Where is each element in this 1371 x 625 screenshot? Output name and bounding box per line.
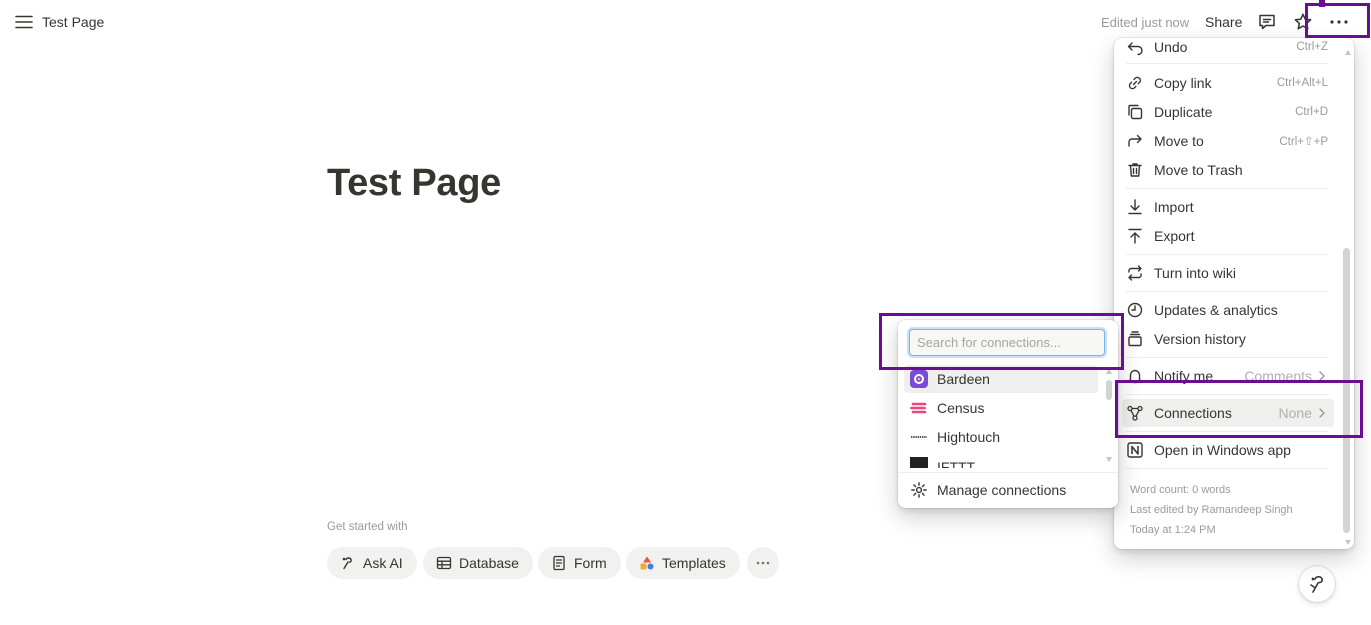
templates-icon xyxy=(639,555,655,571)
edited-status: Edited just now xyxy=(1101,15,1190,30)
menu-item-duplicate[interactable]: Duplicate Ctrl+D xyxy=(1122,98,1334,126)
hightouch-logo-icon xyxy=(910,428,928,446)
menu-item-updates-analytics[interactable]: Updates & analytics xyxy=(1122,296,1334,324)
ai-assistant-button[interactable] xyxy=(1299,566,1335,602)
connection-item-hightouch[interactable]: Hightouch xyxy=(904,423,1098,451)
templates-chip[interactable]: Templates xyxy=(626,547,740,579)
ai-face-icon xyxy=(1306,573,1328,595)
menu-scrollbar-thumb[interactable] xyxy=(1343,248,1350,533)
favorite-star-icon[interactable] xyxy=(1293,12,1313,32)
get-started-label: Get started with xyxy=(327,521,408,533)
comment-icon[interactable] xyxy=(1257,12,1277,32)
menu-divider xyxy=(1126,291,1328,292)
form-icon xyxy=(551,555,567,571)
bell-icon xyxy=(1126,367,1144,385)
ifttt-logo-icon xyxy=(910,457,928,468)
word-count: Word count: 0 words xyxy=(1130,484,1231,496)
menu-item-connections[interactable]: Connections None xyxy=(1122,399,1334,427)
ask-ai-chip[interactable]: Ask AI xyxy=(327,547,417,579)
page-title[interactable]: Test Page xyxy=(327,162,501,205)
ai-icon xyxy=(340,555,356,571)
more-chips-button[interactable] xyxy=(747,547,779,579)
menu-item-notify-me[interactable]: Notify me Comments xyxy=(1122,362,1334,390)
trash-icon xyxy=(1126,161,1144,179)
connection-item-ifttt[interactable]: IFTTT xyxy=(904,452,1098,468)
menu-divider xyxy=(1126,431,1328,432)
more-dots-icon xyxy=(755,555,771,571)
notion-logo-icon xyxy=(1126,441,1144,459)
table-icon xyxy=(436,555,452,571)
menu-item-undo[interactable]: Undo Ctrl+Z xyxy=(1122,38,1334,61)
connections-popup: Bardeen Census Hightouch IFTTT Manage co… xyxy=(898,320,1118,508)
move-arrow-icon xyxy=(1126,132,1144,150)
last-edited-time: Today at 1:24 PM xyxy=(1130,524,1216,536)
chip-label: Form xyxy=(574,555,607,571)
undo-icon xyxy=(1126,38,1144,56)
clock-icon xyxy=(1126,301,1144,319)
more-options-icon[interactable] xyxy=(1328,12,1350,32)
sidebar-menu-icon[interactable] xyxy=(15,13,33,31)
popup-divider xyxy=(898,472,1118,473)
highlight-marker xyxy=(1319,0,1325,7)
menu-item-copy-link[interactable]: Copy link Ctrl+Alt+L xyxy=(1122,69,1334,97)
form-chip[interactable]: Form xyxy=(538,547,621,579)
connections-scrollbar[interactable] xyxy=(1104,368,1114,466)
menu-item-move-to[interactable]: Move to Ctrl+⇧+P xyxy=(1122,127,1334,155)
menu-divider xyxy=(1126,63,1328,64)
menu-item-export[interactable]: Export xyxy=(1122,222,1334,250)
chevron-right-icon xyxy=(1316,370,1328,382)
gear-icon xyxy=(910,481,928,499)
chip-label: Ask AI xyxy=(363,555,403,571)
connections-icon xyxy=(1126,404,1144,422)
export-icon xyxy=(1126,227,1144,245)
chip-label: Database xyxy=(459,555,519,571)
manage-connections-button[interactable]: Manage connections xyxy=(904,476,1098,504)
last-edited-by: Last edited by Ramandeep Singh xyxy=(1130,504,1293,516)
menu-item-version-history[interactable]: Version history xyxy=(1122,325,1334,353)
connection-item-census[interactable]: Census xyxy=(904,394,1098,422)
menu-divider xyxy=(1126,254,1328,255)
version-stack-icon xyxy=(1126,330,1144,348)
menu-divider xyxy=(1126,357,1328,358)
chevron-right-icon xyxy=(1316,407,1328,419)
menu-item-move-to-trash[interactable]: Move to Trash xyxy=(1122,156,1334,184)
link-icon xyxy=(1126,74,1144,92)
database-chip[interactable]: Database xyxy=(423,547,533,579)
wiki-convert-icon xyxy=(1126,264,1144,282)
menu-divider xyxy=(1126,394,1328,395)
menu-item-turn-into-wiki[interactable]: Turn into wiki xyxy=(1122,259,1334,287)
page-options-menu: Undo Ctrl+Z Copy link Ctrl+Alt+L Duplica… xyxy=(1114,38,1354,549)
menu-item-import[interactable]: Import xyxy=(1122,193,1334,221)
chip-label: Templates xyxy=(662,555,726,571)
breadcrumb-page-title[interactable]: Test Page xyxy=(42,14,104,30)
search-connections-input[interactable] xyxy=(909,329,1105,356)
connection-item-bardeen[interactable]: Bardeen xyxy=(904,365,1098,393)
import-icon xyxy=(1126,198,1144,216)
menu-item-open-windows-app[interactable]: Open in Windows app xyxy=(1122,436,1334,464)
menu-divider xyxy=(1126,468,1328,469)
duplicate-icon xyxy=(1126,103,1144,121)
bardeen-logo-icon xyxy=(910,370,928,388)
share-button[interactable]: Share xyxy=(1205,14,1242,30)
menu-divider xyxy=(1126,188,1328,189)
census-logo-icon xyxy=(910,399,928,417)
